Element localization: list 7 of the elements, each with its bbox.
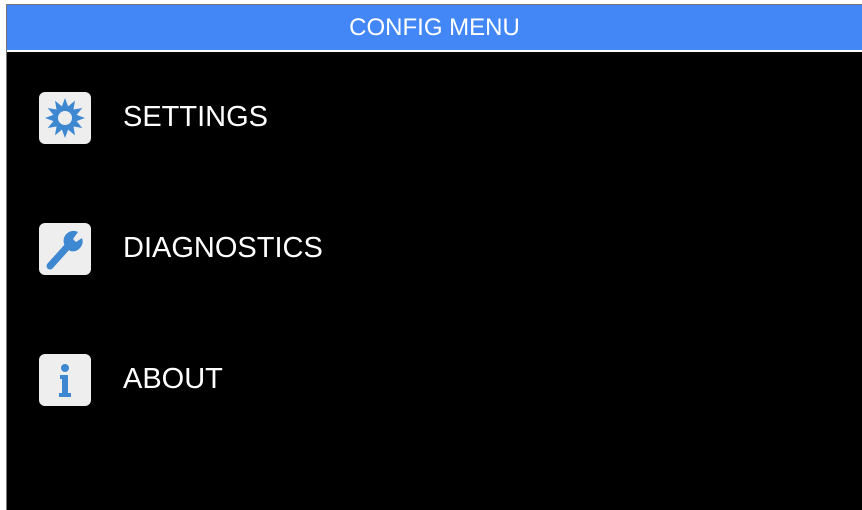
menu-item[interactable]: DIAGNOSTICS [123, 232, 323, 265]
wrench-icon[interactable] [38, 222, 92, 276]
menu-item[interactable]: SETTINGS [123, 101, 268, 134]
info-icon[interactable] [38, 352, 92, 406]
gear-icon[interactable] [38, 90, 92, 144]
header-title: CONFIG MENU [349, 14, 520, 42]
menu-item[interactable]: ABOUT [123, 363, 223, 396]
